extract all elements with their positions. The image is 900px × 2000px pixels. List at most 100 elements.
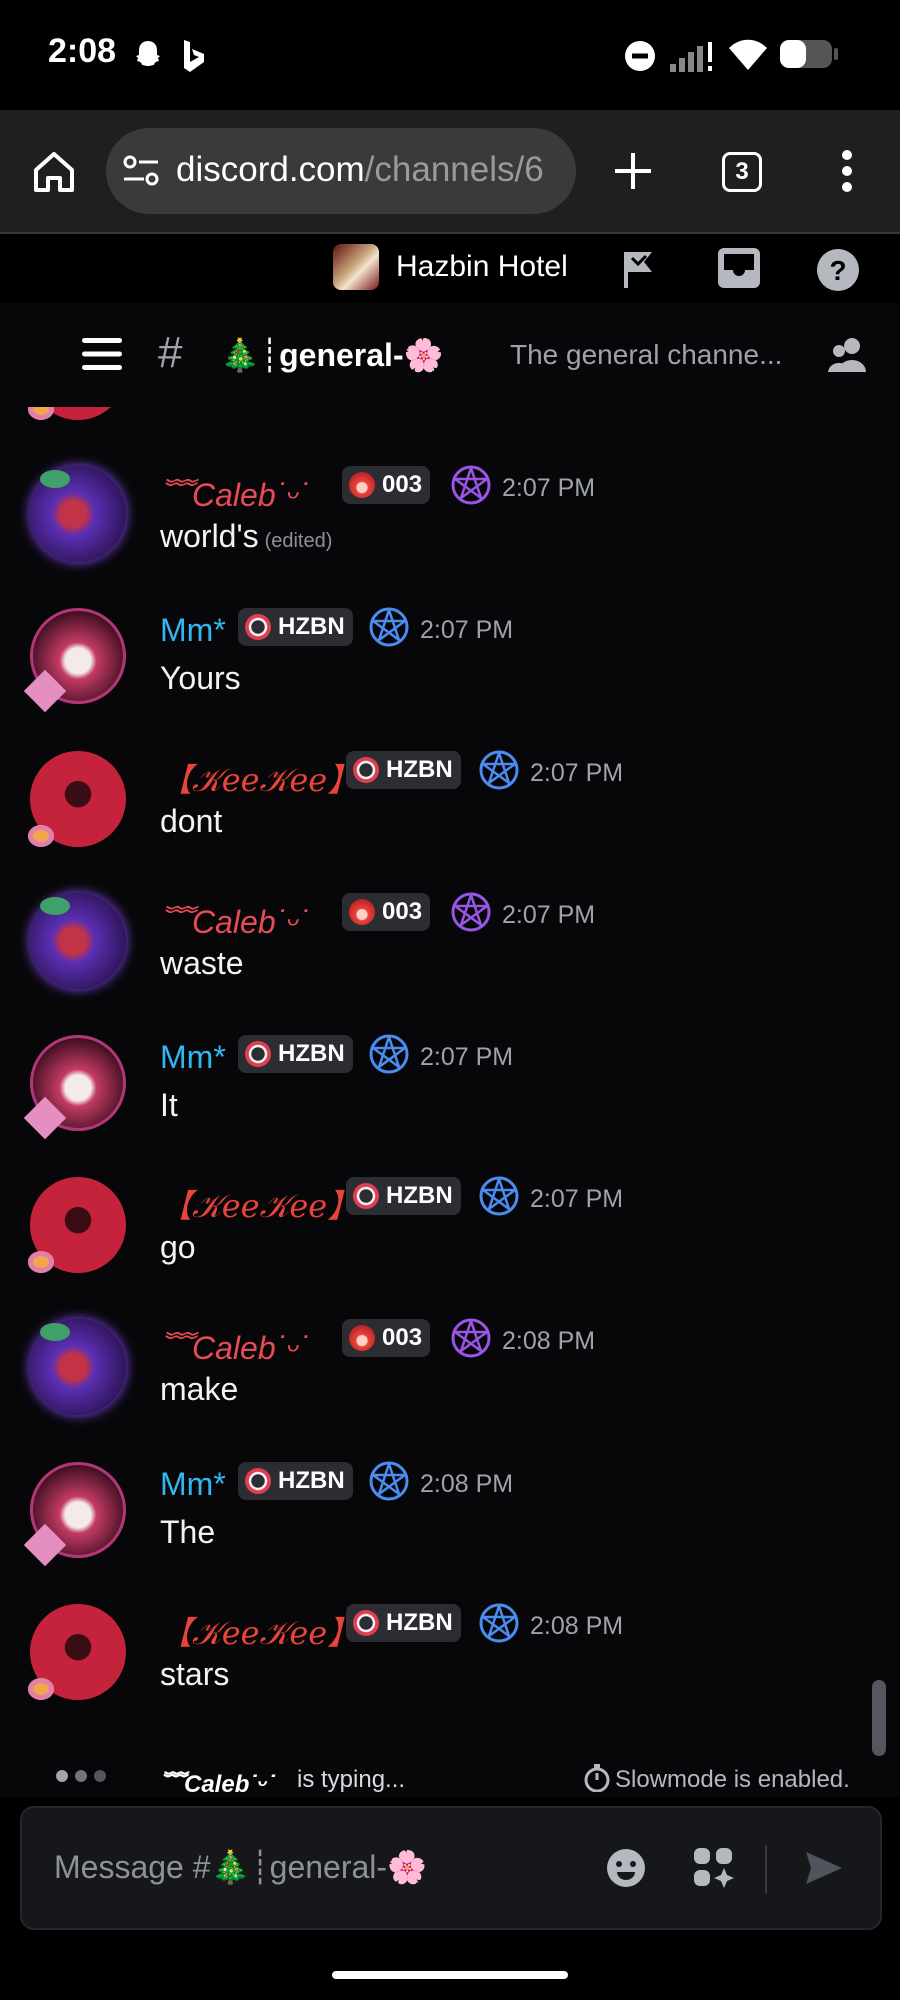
stopwatch-icon [584,1764,610,1792]
message-content: the [160,407,204,412]
snapchat-icon [136,41,160,66]
username[interactable]: ﹌Caleb˙ᵕ˙ [160,897,310,943]
role-tag-label: 003 [382,897,423,925]
role-tag-label: HZBN [278,1040,345,1067]
message-row[interactable]: 【𝒦𝑒𝑒𝒦𝑒𝑒】 HZBN 2:07 PM dont [0,733,900,875]
message-row[interactable]: 【𝒦𝑒𝑒𝒦𝑒𝑒】HZBN 2:07 PMthe [0,407,900,448]
role-tag[interactable]: 003 [342,892,431,931]
message-text[interactable]: The [160,1514,215,1551]
role-tag-label: HZBN [386,755,453,783]
pentagram-icon [451,465,491,505]
username[interactable]: ﹌Caleb˙ᵕ˙ [160,470,310,516]
composer-divider [765,1845,767,1893]
site-settings-icon[interactable] [122,153,160,189]
channel-topic[interactable]: The general channe... [510,339,782,371]
username[interactable]: 【𝒦𝑒𝑒𝒦𝑒𝑒】 [160,1608,359,1654]
pentagram-icon [369,1461,409,1501]
pentagram-icon [369,1034,409,1074]
message-list[interactable]: 【𝒦𝑒𝑒𝒦𝑒𝑒】HZBN 2:07 PMthe﹌Caleb˙ᵕ˙003 2:07… [0,407,900,1797]
username[interactable]: ﹌Caleb˙ᵕ˙ [160,1323,310,1369]
apps-icon[interactable] [692,1846,734,1888]
message-row[interactable]: Mm* HZBN 2:07 PM It [0,1017,900,1159]
message-row[interactable]: ﹌Caleb˙ᵕ˙ 003 2:07 PM world's (edited) [0,448,900,590]
message-row[interactable]: 【𝒦𝑒𝑒𝒦𝑒𝑒】 HZBN 2:07 PM go [0,1159,900,1301]
message-row[interactable]: 【𝒦𝑒𝑒𝒦𝑒𝑒】 HZBN 2:08 PM stars [0,1586,900,1728]
message-row[interactable]: Mm* HZBN 2:07 PM Yours [0,590,900,732]
overflow-menu-icon[interactable] [840,148,854,194]
message-text[interactable]: stars [160,1656,229,1693]
role-tag-label: 003 [382,1324,423,1352]
tab-switcher-button[interactable]: 3 [722,152,762,192]
pentagram-icon [451,1318,491,1358]
message-content: make [160,1371,239,1408]
message-text[interactable]: It [160,1087,178,1124]
server-avatar[interactable] [333,244,379,290]
home-icon[interactable] [30,148,78,196]
username[interactable]: 【𝒦𝑒𝑒𝒦𝑒𝑒】 [160,1181,359,1227]
svg-text:?: ? [829,255,846,286]
tag-icon [353,1183,379,1210]
role-tag[interactable]: HZBN [238,1035,353,1073]
message-content: go [160,1229,196,1266]
username[interactable]: Mm* [160,1466,226,1503]
message-text[interactable]: dont [160,803,222,840]
inbox-icon[interactable] [716,246,762,290]
message-content: Yours [160,660,241,697]
message-content: world's [160,518,259,555]
dnd-icon [625,41,655,71]
message-text[interactable]: Yours [160,660,241,697]
typing-user: ﹌Caleb˙ᵕ˙ [160,1771,276,1798]
message-row[interactable]: ﹌Caleb˙ᵕ˙ 003 2:08 PM make [0,1301,900,1443]
server-name[interactable]: Hazbin Hotel [396,250,568,284]
timestamp: 2:07 PM [420,1043,514,1071]
message-content: stars [160,1655,230,1692]
url-text[interactable]: discord.com/channels/6 [176,150,544,190]
channel-hash-icon: # [158,328,183,377]
emoji-icon[interactable] [606,1848,646,1888]
tag-icon [349,898,375,925]
message-text[interactable]: the [160,407,204,413]
pentagram-icon [369,607,409,647]
hamburger-menu-icon[interactable] [82,338,122,370]
role-tag[interactable]: HZBN [346,1603,461,1642]
new-tab-icon[interactable] [612,150,654,192]
help-icon[interactable]: ? [816,248,860,292]
typing-text: is typing... [297,1766,406,1793]
timestamp: 2:08 PM [530,1611,624,1640]
message-content: The [160,1513,216,1550]
typing-dot [56,1770,68,1782]
username[interactable]: 【𝒦𝑒𝑒𝒦𝑒𝑒】 [160,755,359,801]
role-tag[interactable]: HZBN [238,608,353,647]
signal-icon [670,42,712,72]
role-tag-label: HZBN [386,1608,453,1636]
tag-icon [245,1041,271,1067]
role-tag[interactable]: 003 [342,466,431,505]
chat-scrollbar[interactable] [872,1680,886,1756]
message-text[interactable]: go [160,1229,196,1266]
channel-name[interactable]: 🎄┊general-🌸 [220,336,443,374]
role-tag[interactable]: 003 [342,1319,431,1358]
message-row[interactable]: ﹌Caleb˙ᵕ˙ 003 2:07 PM waste [0,875,900,1017]
username[interactable]: Mm* [160,612,226,649]
typing-dot [94,1770,106,1782]
message-text[interactable]: make [160,1371,238,1408]
message-text[interactable]: world's (edited) [160,518,332,555]
message-text[interactable]: waste [160,945,244,982]
role-tag[interactable]: HZBN [238,1461,353,1500]
message-content: dont [160,802,223,839]
timestamp: 2:07 PM [530,758,624,787]
members-icon[interactable] [828,336,870,374]
message-content: It [160,1087,178,1123]
send-icon[interactable] [804,1848,844,1888]
slowmode-notice: Slowmode is enabled. [615,1766,850,1793]
timestamp: 2:07 PM [502,900,596,929]
tag-icon [245,1467,271,1494]
message-input[interactable]: Message #🎄┊general-🌸 [54,1848,427,1886]
role-tag[interactable]: HZBN [346,1177,461,1216]
status-time: 2:08 [48,32,117,70]
home-indicator[interactable] [332,1971,568,1979]
message-row[interactable]: Mm* HZBN 2:08 PM The [0,1444,900,1586]
flag-icon[interactable] [618,248,660,290]
username[interactable]: Mm* [160,1039,226,1076]
role-tag[interactable]: HZBN [346,750,461,789]
